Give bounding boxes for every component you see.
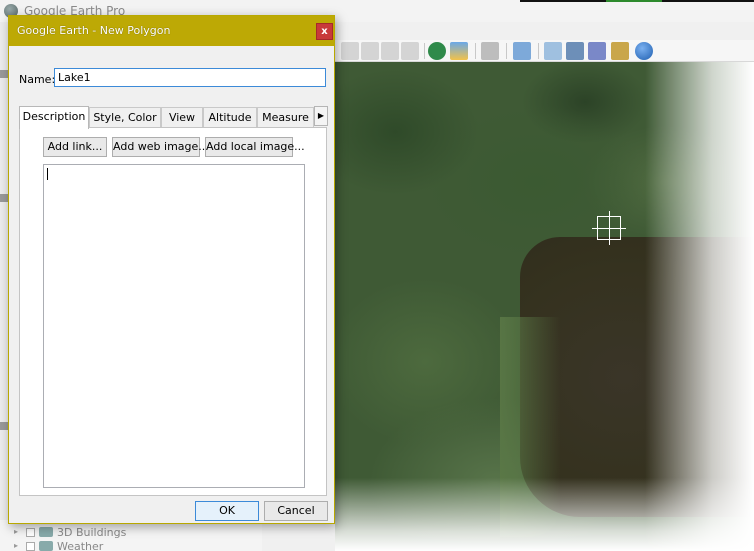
tab-scroll-right-icon[interactable]: ▶ xyxy=(314,106,328,126)
buildings-icon xyxy=(39,527,53,537)
toolbar-separator xyxy=(506,43,507,59)
close-button[interactable]: x xyxy=(316,23,333,40)
print-icon[interactable] xyxy=(566,42,584,60)
add-link-button[interactable]: Add link... xyxy=(43,137,107,157)
add-polygon-icon[interactable] xyxy=(361,42,379,60)
add-web-image-button[interactable]: Add web image... xyxy=(112,137,209,157)
tab-description[interactable]: Description xyxy=(19,106,89,129)
cancel-button[interactable]: Cancel xyxy=(264,501,328,521)
add-overlay-icon[interactable] xyxy=(401,42,419,60)
name-label: Name: xyxy=(19,73,56,86)
tab-measure[interactable]: Measure xyxy=(257,107,314,128)
titlebar-accent xyxy=(606,0,662,2)
satellite-map-view[interactable] xyxy=(335,62,754,551)
layer-checkbox[interactable] xyxy=(26,541,35,551)
layer-label: Weather xyxy=(57,539,104,551)
ok-button[interactable]: OK xyxy=(195,501,259,521)
tab-bar: Description Style, Color View Altitude M… xyxy=(19,106,327,129)
layer-row-3d-buildings[interactable]: ▸ 3D Buildings xyxy=(14,525,126,539)
toolbar-separator xyxy=(538,43,539,59)
add-local-image-button[interactable]: Add local image... xyxy=(205,137,305,157)
view-in-maps-icon[interactable] xyxy=(611,42,629,60)
planets-icon[interactable] xyxy=(481,42,499,60)
description-panel: Add link... Add web image... Add local i… xyxy=(19,127,327,496)
main-toolbar xyxy=(335,40,754,62)
ruler-icon[interactable] xyxy=(513,42,531,60)
tab-style-color[interactable]: Style, Color xyxy=(89,107,161,128)
tab-view[interactable]: View xyxy=(161,107,203,128)
email-icon[interactable] xyxy=(544,42,562,60)
dialog-title: Google Earth - New Polygon xyxy=(17,24,171,37)
dialog-titlebar[interactable]: Google Earth - New Polygon x xyxy=(9,16,334,46)
expand-icon[interactable]: ▸ xyxy=(14,528,22,536)
earth-globe-icon[interactable] xyxy=(635,42,653,60)
add-placemark-icon[interactable] xyxy=(341,42,359,60)
toolbar-separator xyxy=(424,43,425,59)
layers-panel: ▸ 3D Buildings ▸ Weather xyxy=(0,520,262,551)
toolbar-separator xyxy=(475,43,476,59)
layer-label: 3D Buildings xyxy=(57,525,127,539)
add-path-icon[interactable] xyxy=(381,42,399,60)
expand-icon[interactable]: ▸ xyxy=(14,542,22,550)
layer-checkbox[interactable] xyxy=(26,527,35,537)
map-edge-fade xyxy=(335,62,754,551)
layer-row-weather[interactable]: ▸ Weather xyxy=(14,539,103,551)
new-polygon-dialog: Google Earth - New Polygon x Name: Descr… xyxy=(8,15,335,524)
name-input[interactable] xyxy=(54,68,326,87)
historical-imagery-icon[interactable] xyxy=(428,42,446,60)
description-textarea[interactable] xyxy=(43,164,305,488)
text-caret xyxy=(47,168,48,180)
crosshair-cursor-icon xyxy=(592,211,626,245)
weather-icon xyxy=(39,541,53,551)
tab-altitude[interactable]: Altitude xyxy=(203,107,257,128)
sunlight-icon[interactable] xyxy=(450,42,468,60)
save-image-icon[interactable] xyxy=(588,42,606,60)
